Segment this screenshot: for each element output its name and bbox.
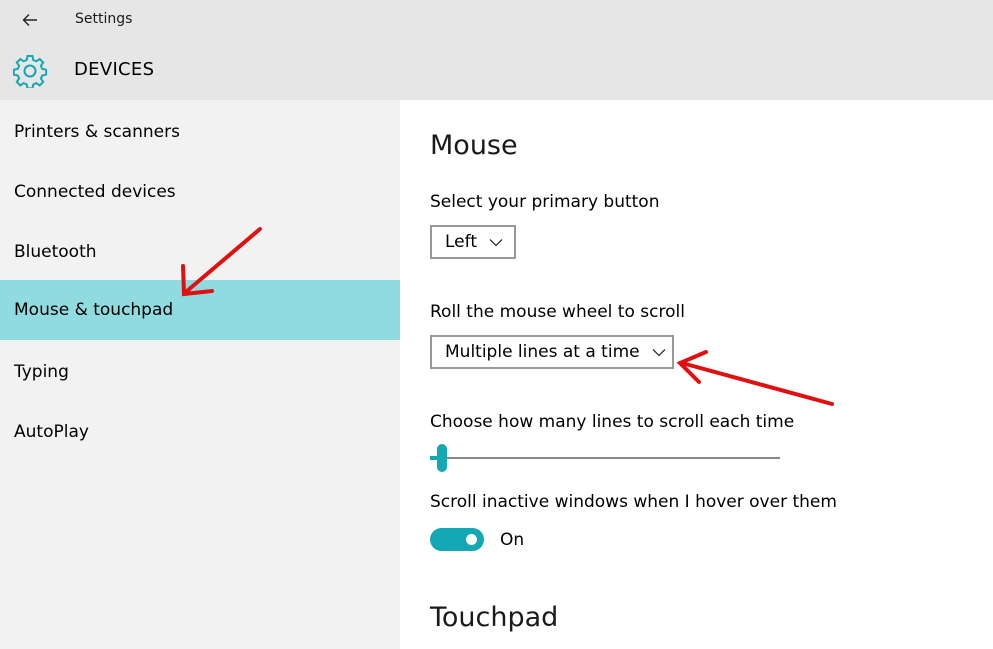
inactive-scroll-state: On (500, 530, 525, 550)
wheel-scroll-value: Multiple lines at a time (445, 342, 640, 362)
sidebar-item-typing[interactable]: Typing (0, 342, 400, 402)
sidebar: Printers & scanners Connected devices Bl… (0, 100, 400, 649)
sidebar-item-printers-scanners[interactable]: Printers & scanners (0, 102, 400, 162)
sidebar-item-bluetooth[interactable]: Bluetooth (0, 222, 400, 282)
back-button[interactable] (14, 6, 46, 34)
touchpad-heading: Touchpad (430, 602, 559, 633)
inactive-scroll-label: Scroll inactive windows when I hover ove… (430, 492, 837, 512)
lines-slider-track[interactable] (430, 457, 780, 459)
section-title: DEVICES (74, 59, 155, 80)
lines-slider-thumb[interactable] (437, 444, 447, 472)
primary-button-label: Select your primary button (430, 192, 660, 212)
sidebar-item-mouse-touchpad[interactable]: Mouse & touchpad (0, 280, 400, 340)
back-arrow-icon (22, 14, 37, 26)
wheel-scroll-label: Roll the mouse wheel to scroll (430, 302, 685, 322)
title-bar: Settings DEVICES (0, 0, 993, 100)
primary-button-value: Left (445, 232, 477, 252)
chevron-down-icon (489, 238, 503, 246)
wheel-scroll-select[interactable]: Multiple lines at a time (430, 335, 674, 369)
sidebar-item-autoplay[interactable]: AutoPlay (0, 402, 400, 462)
main-content: Mouse Select your primary button Left Ro… (400, 100, 993, 649)
chevron-down-icon (652, 348, 666, 356)
toggle-knob (466, 534, 477, 545)
gear-icon (13, 55, 47, 88)
sidebar-item-connected-devices[interactable]: Connected devices (0, 162, 400, 222)
primary-button-select[interactable]: Left (430, 225, 516, 259)
mouse-heading: Mouse (430, 130, 518, 161)
lines-slider-label: Choose how many lines to scroll each tim… (430, 412, 795, 432)
app-title: Settings (75, 11, 133, 27)
inactive-scroll-toggle[interactable] (430, 528, 484, 551)
